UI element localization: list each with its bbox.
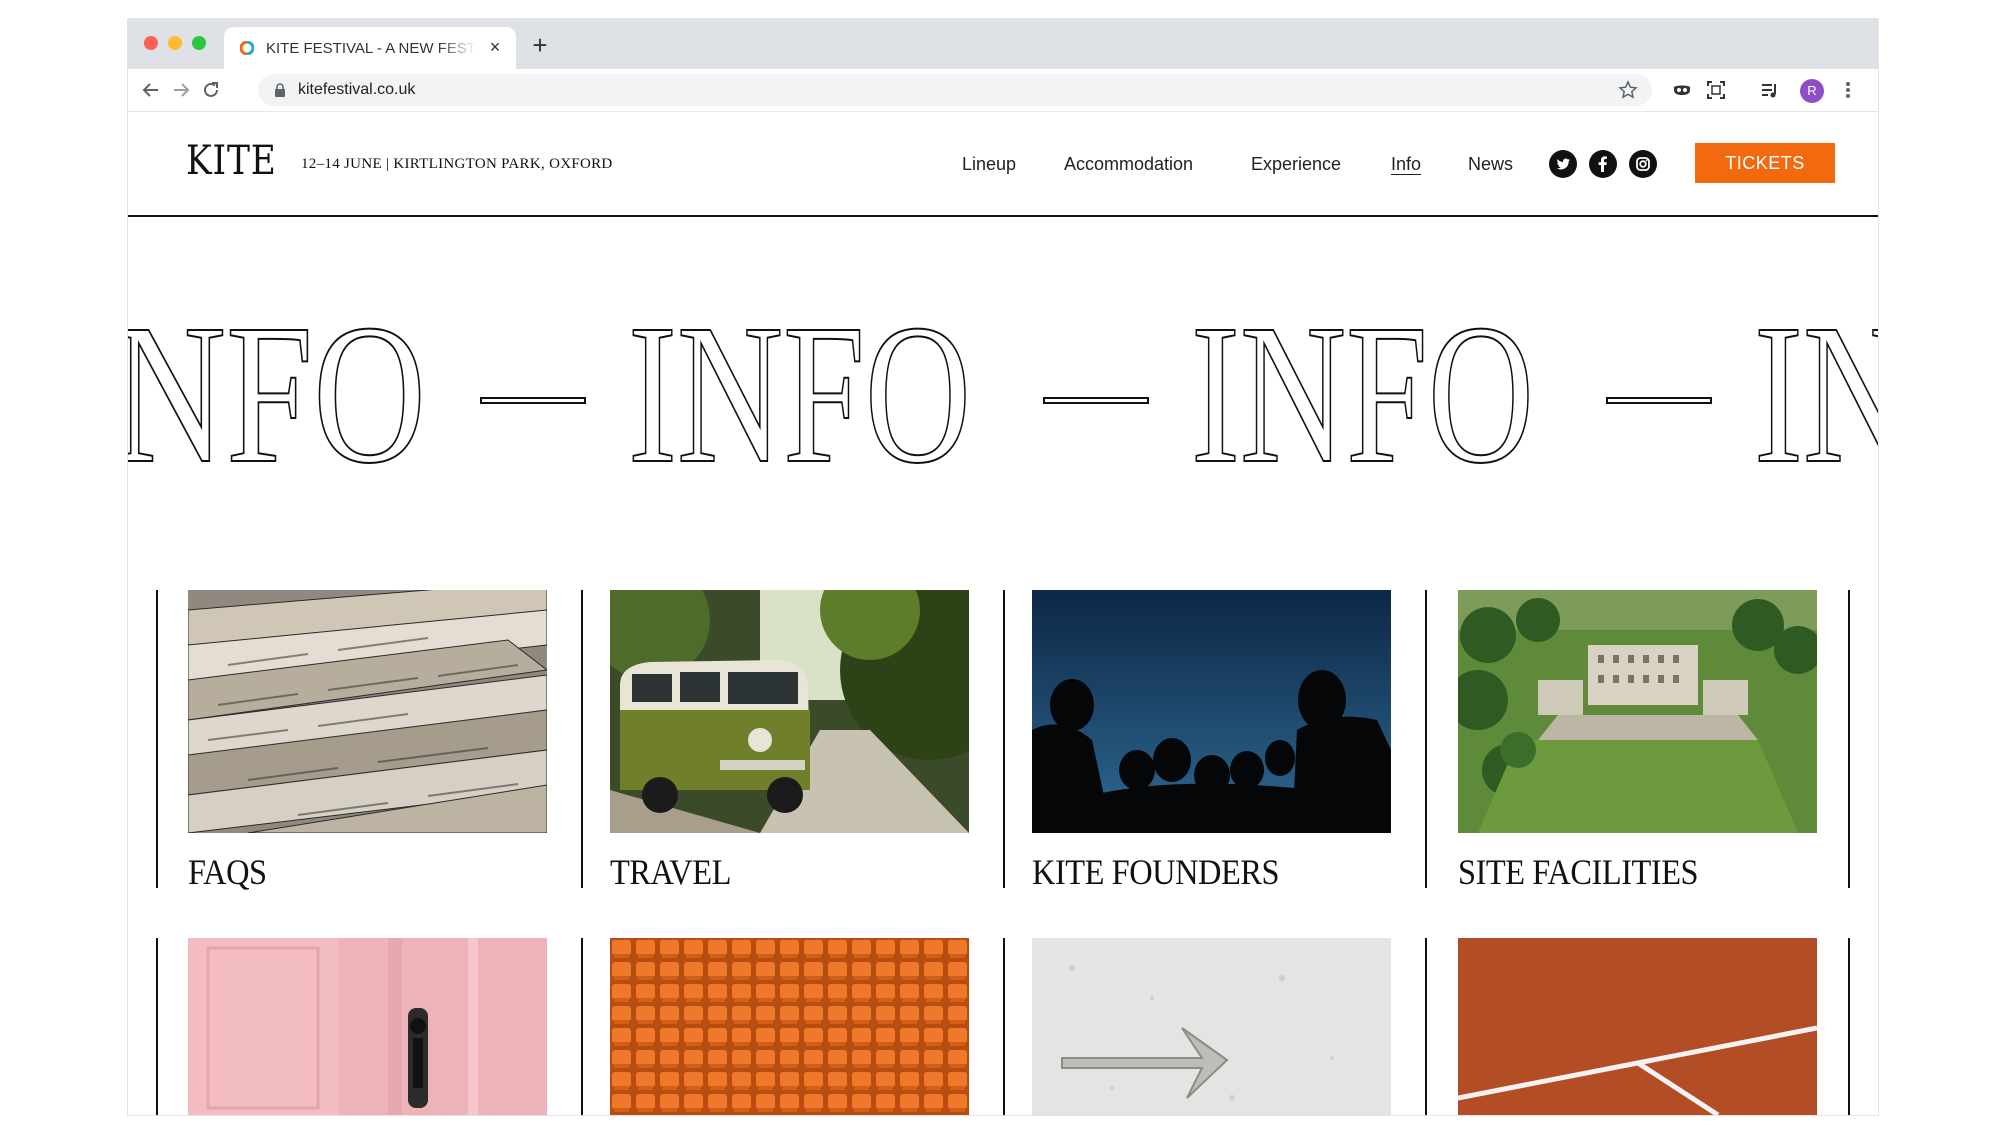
- screenshot-extension-icon[interactable]: [1706, 80, 1726, 100]
- card-divider: [156, 938, 158, 1115]
- kite-favicon-icon: [240, 41, 254, 55]
- profile-avatar[interactable]: R: [1800, 79, 1824, 103]
- site-header: KITE 12–14 JUNE | KIRTLINGTON PARK, OXFO…: [128, 112, 1878, 217]
- site-logo[interactable]: KITE: [186, 138, 277, 184]
- marquee-word: INFO: [1191, 284, 1534, 505]
- orange-seats-image[interactable]: [610, 938, 969, 1115]
- nav-news[interactable]: News: [1468, 154, 1513, 175]
- tickets-button[interactable]: TICKETS: [1695, 143, 1835, 183]
- url-text: kitefestival.co.uk: [298, 81, 416, 98]
- forward-arrow-icon[interactable]: [171, 80, 191, 100]
- nav-accommodation[interactable]: Accommodation: [1064, 154, 1193, 175]
- tab-close-icon[interactable]: ×: [486, 38, 504, 56]
- card-divider: [1425, 938, 1427, 1115]
- twitter-icon[interactable]: [1549, 150, 1577, 178]
- marquee-word: INFO: [628, 284, 971, 505]
- card-title-site-facilities[interactable]: SITE FACILITIES: [1458, 851, 1699, 893]
- bookmark-star-icon[interactable]: [1618, 80, 1638, 100]
- browser-menu-icon[interactable]: [1844, 80, 1852, 100]
- info-marquee: INFO INFO INFO INFO: [128, 215, 1878, 555]
- back-arrow-icon[interactable]: [141, 80, 161, 100]
- marquee-outline-text: INFO INFO INFO INFO: [128, 283, 1878, 506]
- address-bar[interactable]: kitefestival.co.uk: [258, 74, 1652, 106]
- site-facilities-image[interactable]: [1458, 590, 1817, 833]
- browser-window: KITE FESTIVAL - A NEW FESTIVAL × + kitef…: [128, 19, 1878, 1115]
- close-window-button[interactable]: [144, 36, 158, 50]
- reload-icon[interactable]: [201, 80, 221, 100]
- card-divider: [1848, 590, 1850, 888]
- event-dates-location: 12–14 JUNE | KIRTLINGTON PARK, OXFORD: [301, 156, 613, 172]
- pink-door-image[interactable]: [188, 938, 547, 1115]
- marquee-dash: [1606, 397, 1712, 404]
- card-divider: [1848, 938, 1850, 1115]
- card-divider: [581, 938, 583, 1115]
- card-divider: [1003, 590, 1005, 888]
- extension-mask-icon[interactable]: [1672, 80, 1692, 100]
- marquee-dash: [1043, 397, 1149, 404]
- website: KITE 12–14 JUNE | KIRTLINGTON PARK, OXFO…: [128, 112, 1878, 1115]
- facebook-icon[interactable]: [1589, 150, 1617, 178]
- kite-founders-image[interactable]: [1032, 590, 1391, 833]
- media-control-icon[interactable]: [1760, 80, 1780, 100]
- travel-image[interactable]: [610, 590, 969, 833]
- card-title-travel[interactable]: TRAVEL: [610, 851, 731, 893]
- browser-toolbar: kitefestival.co.uk R: [128, 69, 1878, 112]
- marquee-dash: [480, 397, 586, 404]
- card-title-kite-founders[interactable]: KITE FOUNDERS: [1032, 851, 1280, 893]
- instagram-icon[interactable]: [1629, 150, 1657, 178]
- browser-tab[interactable]: KITE FESTIVAL - A NEW FESTIVAL ×: [224, 27, 516, 69]
- card-divider: [1425, 590, 1427, 888]
- minimize-window-button[interactable]: [168, 36, 182, 50]
- card-divider: [581, 590, 583, 888]
- marquee-word: INFO: [1754, 284, 1878, 505]
- marquee-word: INFO: [128, 284, 426, 505]
- arrow-concrete-image[interactable]: [1032, 938, 1391, 1115]
- new-tab-icon[interactable]: +: [530, 32, 550, 58]
- nav-lineup[interactable]: Lineup: [962, 154, 1016, 175]
- title-bar: KITE FESTIVAL - A NEW FESTIVAL × +: [128, 19, 1878, 69]
- card-divider: [1003, 938, 1005, 1115]
- clay-court-image[interactable]: [1458, 938, 1817, 1115]
- card-title-faqs[interactable]: FAQS: [188, 851, 267, 893]
- maximize-window-button[interactable]: [192, 36, 206, 50]
- lock-icon: [275, 83, 285, 97]
- tab-title: KITE FESTIVAL - A NEW FESTIVAL: [266, 40, 476, 57]
- nav-experience[interactable]: Experience: [1251, 154, 1341, 175]
- card-divider: [156, 590, 158, 888]
- faqs-image[interactable]: [188, 590, 547, 833]
- nav-info[interactable]: Info: [1391, 154, 1421, 175]
